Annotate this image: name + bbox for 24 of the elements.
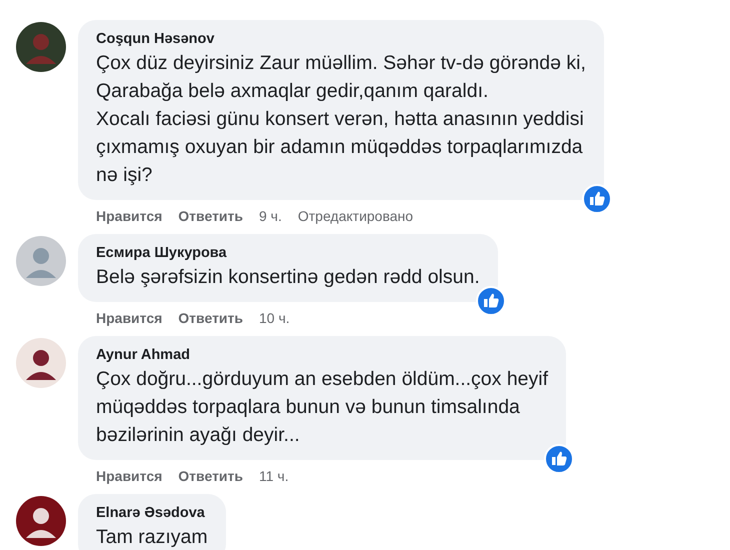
like-button[interactable]: Нравится	[96, 206, 162, 226]
comment-text: Tam razıyam	[96, 525, 208, 550]
author-link[interactable]: Aynur Ahmad	[96, 345, 548, 365]
timestamp[interactable]: 10 ч.	[259, 308, 290, 328]
author-link[interactable]: Coşqun Həsənov	[96, 29, 586, 49]
like-icon[interactable]	[476, 286, 506, 316]
comment-text: Belə şərəfsizin konsertinə gedən rədd olsun.	[96, 265, 480, 290]
timestamp[interactable]: 11 ч.	[259, 466, 289, 486]
timestamp[interactable]: 9 ч.	[259, 206, 282, 226]
edited-label: Отредактировано	[298, 207, 414, 226]
like-icon[interactable]	[582, 184, 612, 214]
reply-button[interactable]: Ответить	[178, 206, 243, 226]
avatar-icon[interactable]	[16, 338, 66, 388]
like-icon[interactable]	[544, 444, 574, 474]
like-button[interactable]: Нравится	[96, 308, 162, 328]
author-link[interactable]: Есмира Шукурова	[96, 243, 480, 263]
like-button[interactable]: Нравится	[96, 466, 162, 486]
avatar-icon[interactable]	[16, 22, 66, 72]
comment-text: Çox düz deyirsiniz Zaur müəllim. Səhər tv-də görəndə ki, Qarabağa belə axmaqlar gedir,qanım qaraldı. Xocalı faciəsi günu konsert verən, hətta anasının yeddisi çıxmamış oxuyan bir adamın müqəddəs torpaqlarımızda nə işi?	[96, 51, 586, 188]
reply-button[interactable]: Ответить	[178, 466, 243, 486]
author-link[interactable]: Elnarə Əsədova	[96, 503, 208, 523]
reply-button[interactable]: Ответить	[178, 308, 243, 328]
avatar-icon[interactable]	[16, 496, 66, 546]
comment-text: Çox doğru...görduyum an esebden öldüm...çox heyif müqəddəs torpaqlara bunun və bunun timsalında bəzilərinin ayağı deyir...	[96, 367, 548, 448]
